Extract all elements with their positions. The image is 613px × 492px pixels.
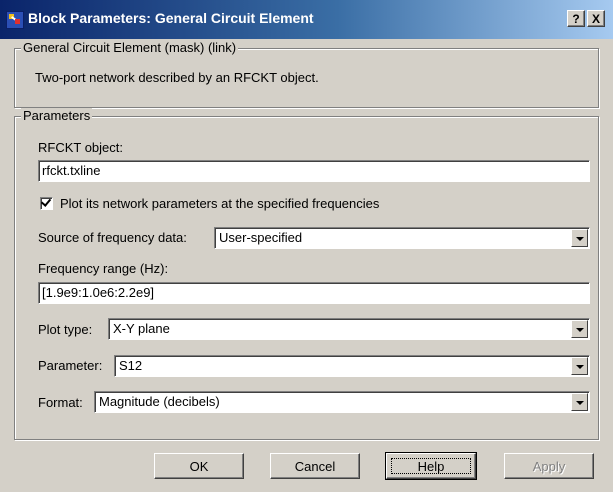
rfckt-object-input[interactable]: rfckt.txline xyxy=(38,160,590,182)
source-frequency-value: User-specified xyxy=(219,230,303,245)
apply-button[interactable]: Apply xyxy=(504,453,594,479)
format-label: Format: xyxy=(38,395,83,410)
help-button[interactable]: Help xyxy=(385,452,477,480)
parameters-group-title: Parameters xyxy=(21,108,93,123)
source-frequency-select[interactable]: User-specified xyxy=(214,227,590,249)
parameter-value: S12 xyxy=(119,358,143,373)
close-button[interactable]: X xyxy=(587,10,605,27)
chevron-down-icon xyxy=(576,328,584,332)
chevron-down-icon xyxy=(576,237,584,241)
block-parameters-dialog: Block Parameters: General Circuit Elemen… xyxy=(0,0,613,492)
cancel-button-label: Cancel xyxy=(294,459,336,474)
plot-type-dropdown-button[interactable] xyxy=(571,320,588,338)
frequency-range-input[interactable]: [1.9e9:1.0e6:2.2e9] xyxy=(38,282,590,304)
block-description: Two-port network described by an RFCKT o… xyxy=(35,70,319,85)
source-frequency-dropdown-button[interactable] xyxy=(571,229,588,247)
plot-type-select[interactable]: X-Y plane xyxy=(108,318,590,340)
chevron-down-icon xyxy=(576,401,584,405)
format-dropdown-button[interactable] xyxy=(571,393,588,411)
help-button-label: Help xyxy=(417,459,445,474)
title-bar[interactable]: Block Parameters: General Circuit Elemen… xyxy=(0,0,613,39)
chevron-down-icon xyxy=(576,365,584,369)
cancel-button[interactable]: Cancel xyxy=(270,453,360,479)
window-title: Block Parameters: General Circuit Elemen… xyxy=(28,10,314,26)
parameter-label: Parameter: xyxy=(38,358,103,373)
parameter-select[interactable]: S12 xyxy=(114,355,590,377)
help-title-button[interactable]: ? xyxy=(567,10,585,27)
simulink-block-icon xyxy=(6,11,24,29)
description-group-title: General Circuit Element (mask) (link) xyxy=(21,40,239,55)
format-select[interactable]: Magnitude (decibels) xyxy=(94,391,590,413)
parameter-dropdown-button[interactable] xyxy=(571,357,588,375)
plot-parameters-label[interactable]: Plot its network parameters at the speci… xyxy=(60,196,379,211)
ok-button[interactable]: OK xyxy=(154,453,244,479)
ok-button-label: OK xyxy=(189,459,209,474)
plot-parameters-checkbox[interactable] xyxy=(40,196,53,210)
plot-type-label: Plot type: xyxy=(38,322,93,337)
apply-button-label: Apply xyxy=(532,459,566,474)
source-frequency-label: Source of frequency data: xyxy=(38,230,187,245)
format-value: Magnitude (decibels) xyxy=(99,394,220,409)
frequency-range-label: Frequency range (Hz): xyxy=(38,261,169,276)
checkmark-icon xyxy=(40,196,52,207)
rfckt-object-label: RFCKT object: xyxy=(38,140,124,155)
plot-type-value: X-Y plane xyxy=(113,321,170,336)
description-group: General Circuit Element (mask) (link) Tw… xyxy=(14,40,599,108)
